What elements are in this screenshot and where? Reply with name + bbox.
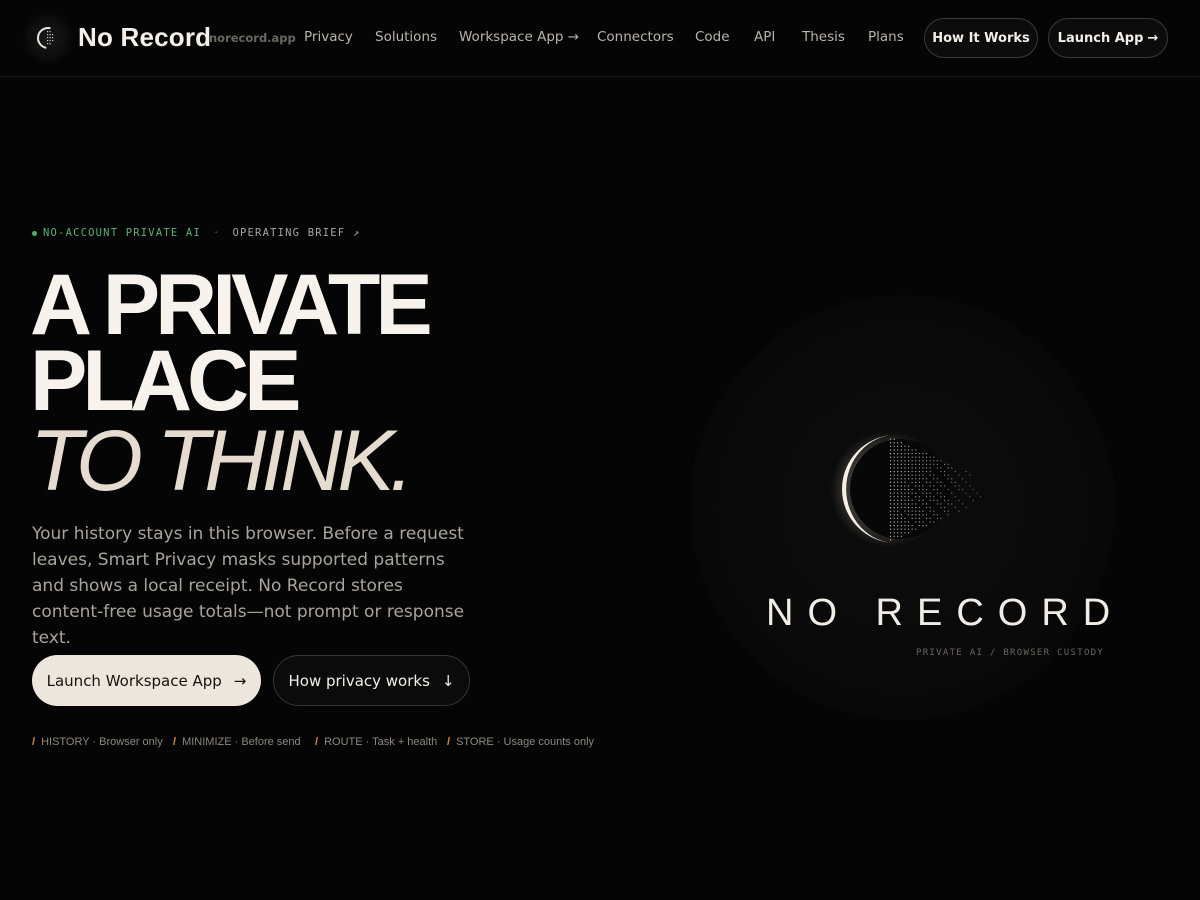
how-it-works-label: How It Works: [932, 30, 1030, 46]
operating-brief-link[interactable]: OPERATING BRIEF ↗: [232, 227, 360, 239]
fact-key: MINIMIZE: [182, 736, 232, 748]
eyebrow-separator: ·: [212, 227, 221, 239]
nav-link-privacy[interactable]: Privacy: [304, 29, 353, 45]
eyebrow-status: NO-ACCOUNT PRIVATE AI: [43, 227, 201, 239]
arrow-right-icon: →: [1147, 30, 1159, 46]
brand-domain: norecord.app: [209, 31, 296, 45]
slash-icon: /: [315, 736, 319, 748]
fact-key: STORE: [456, 736, 494, 748]
launch-workspace-app-button[interactable]: Launch Workspace App →: [32, 655, 261, 706]
tagline: PRIVATE AI / BROWSER CUSTODY: [916, 648, 1105, 658]
hero-description: Your history stays in this browser. Befo…: [32, 524, 465, 648]
nav-link-solutions[interactable]: Solutions: [375, 29, 437, 45]
slash-icon: /: [32, 736, 36, 748]
nav-link-connectors[interactable]: Connectors: [597, 29, 674, 45]
launch-app-button[interactable]: Launch App →: [1048, 18, 1168, 58]
nav-link-plans[interactable]: Plans: [868, 29, 904, 45]
headline-line-2: PLACE: [30, 333, 301, 429]
headline-line-3: TO THINK.: [30, 413, 414, 509]
brand-name[interactable]: No Record: [78, 22, 211, 53]
fact-value: Browser only: [99, 736, 163, 748]
fact-minimize: / MINIMIZE · Before send: [173, 736, 301, 748]
launch-workspace-app-label: Launch Workspace App: [46, 671, 222, 690]
nav-link-thesis[interactable]: Thesis: [802, 29, 845, 45]
eclipse-icon: [810, 415, 990, 555]
fact-route: / ROUTE · Task + health: [315, 736, 438, 748]
launch-app-label: Launch App: [1057, 30, 1144, 46]
fact-value: Usage counts only: [503, 736, 595, 748]
how-privacy-works-label: How privacy works: [288, 671, 430, 690]
arrow-right-icon: →: [233, 671, 247, 690]
page: No Record norecord.app Privacy Solutions…: [0, 0, 1200, 900]
wordmark: NO RECORD: [766, 592, 1125, 634]
fact-value: Before send: [241, 736, 301, 748]
fact-key: ROUTE: [324, 736, 363, 748]
slash-icon: /: [173, 736, 177, 748]
slash-icon: /: [447, 736, 451, 748]
hero-eyebrow: NO-ACCOUNT PRIVATE AI · OPERATING BRIEF …: [32, 227, 360, 239]
how-privacy-works-button[interactable]: How privacy works ↓: [273, 655, 470, 706]
top-nav: No Record norecord.app Privacy Solutions…: [0, 0, 1200, 77]
fact-history: / HISTORY · Browser only: [32, 736, 163, 748]
fact-value: Task + health: [372, 736, 438, 748]
logo-icon[interactable]: [26, 16, 70, 60]
how-it-works-button[interactable]: How It Works: [924, 18, 1038, 58]
fact-key: HISTORY: [41, 736, 90, 748]
arrow-down-icon: ↓: [441, 671, 455, 690]
nav-link-workspace-app[interactable]: Workspace App →: [459, 29, 579, 45]
fact-store: / STORE · Usage counts only: [447, 736, 595, 748]
nav-link-api[interactable]: API: [754, 29, 775, 45]
status-dot-icon: [32, 230, 37, 236]
nav-link-code[interactable]: Code: [695, 29, 730, 45]
